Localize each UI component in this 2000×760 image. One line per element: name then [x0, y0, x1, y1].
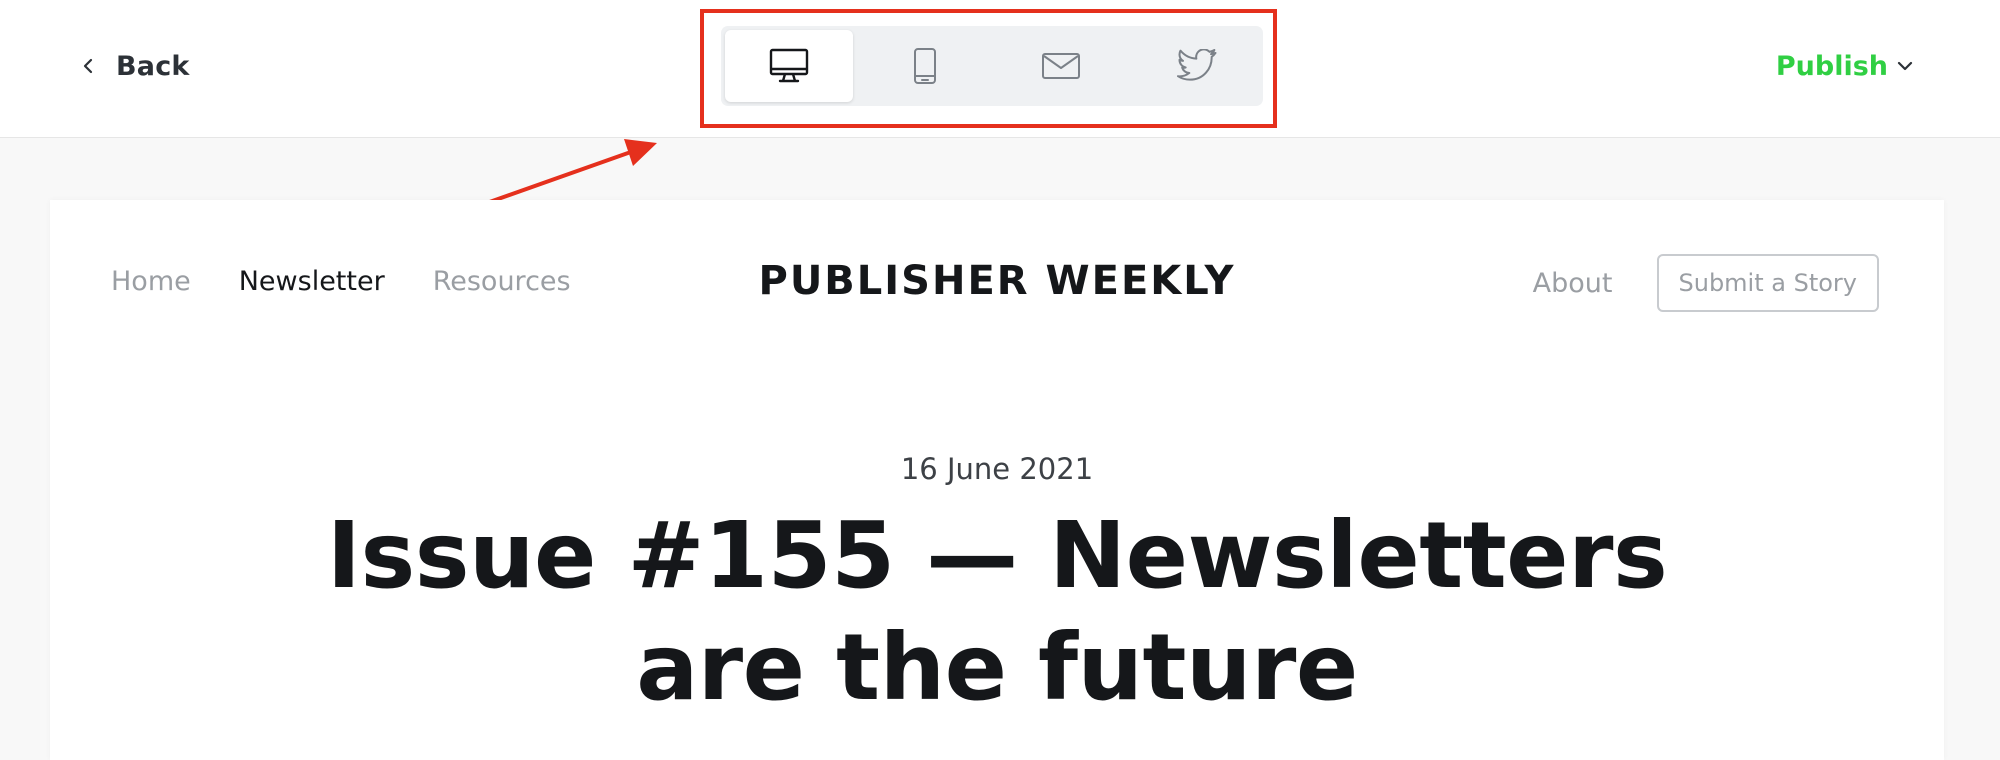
post-date: 16 June 2021	[900, 452, 1094, 486]
desktop-icon	[769, 48, 809, 83]
preview-device-toggle	[721, 26, 1263, 106]
nav-about-link[interactable]: About	[1533, 268, 1613, 299]
site-secondary-navigation: About Submit a Story	[1533, 254, 1879, 312]
back-button[interactable]: Back	[80, 46, 190, 86]
email-preview-button[interactable]	[997, 30, 1125, 102]
twitter-icon	[1177, 49, 1217, 81]
back-label: Back	[116, 50, 190, 82]
email-icon	[1042, 53, 1080, 79]
publish-label: Publish	[1775, 50, 1888, 82]
publish-button[interactable]: Publish	[1776, 46, 1914, 86]
site-preview: Home Newsletter Resources PUBLISHER WEEK…	[50, 200, 1944, 760]
mobile-icon	[914, 48, 936, 84]
mobile-preview-button[interactable]	[861, 30, 989, 102]
desktop-preview-button[interactable]	[725, 30, 853, 102]
post-title: Issue #155 — Newsletters are the future	[326, 502, 1668, 721]
chevron-left-icon	[83, 58, 93, 74]
submit-story-button[interactable]: Submit a Story	[1656, 254, 1879, 312]
twitter-preview-button[interactable]	[1133, 30, 1261, 102]
chevron-down-icon	[1897, 61, 1913, 71]
editor-toolbar: Back Publish	[0, 0, 2000, 138]
